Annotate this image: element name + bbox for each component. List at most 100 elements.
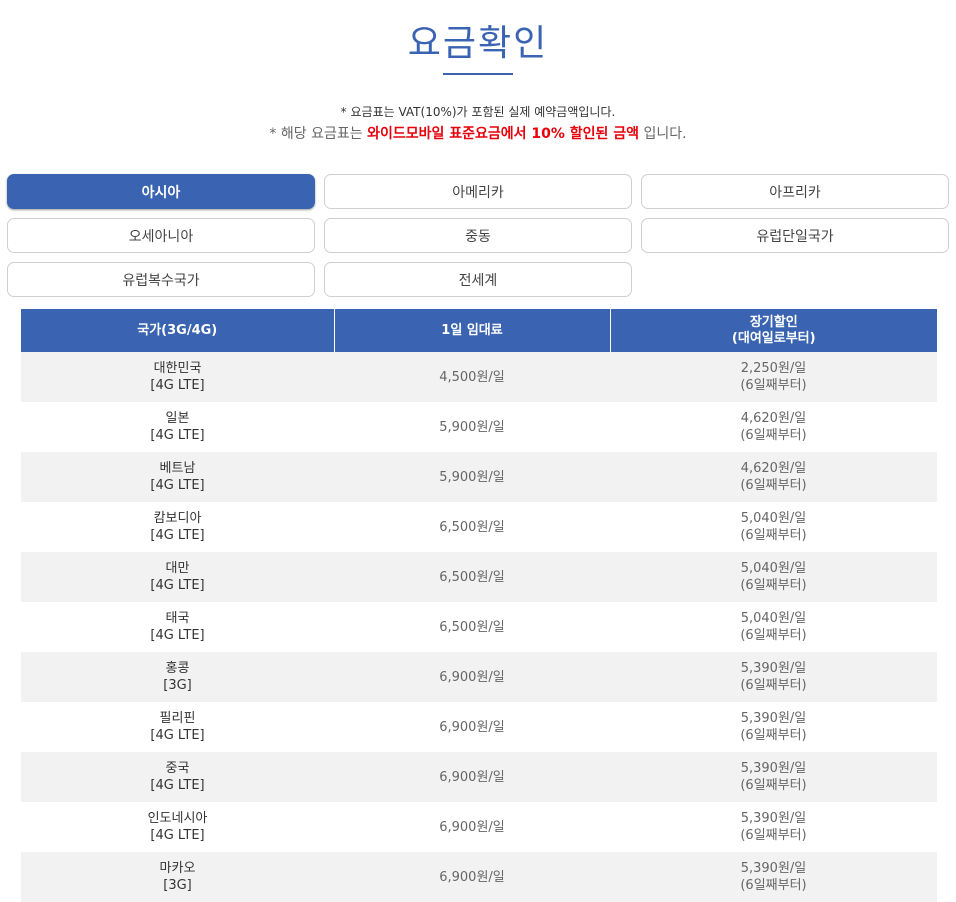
discount-note-suffix: 입니다.: [639, 126, 687, 142]
country-cell: 필리핀 [4G LTE]: [21, 702, 334, 752]
tab-middle-east[interactable]: 중동: [324, 218, 632, 253]
network-type: [3G]: [163, 678, 192, 693]
discount-cell: 5,390원/일 (6일째부터): [610, 652, 937, 702]
header-long-term-sub: (대여일로부터): [731, 330, 816, 346]
country-name: 대한민국: [153, 361, 202, 376]
discount-cell: 5,040원/일 (6일째부터): [610, 502, 937, 552]
network-type: [4G LTE]: [150, 828, 205, 843]
country-cell: 일본 [4G LTE]: [21, 402, 334, 452]
network-type: [4G LTE]: [150, 378, 205, 393]
table-row: 중국 [4G LTE] 6,900원/일 5,390원/일 (6일째부터): [21, 752, 937, 802]
daily-rate-cell: 5,900원/일: [334, 452, 610, 502]
title-underline: [443, 73, 513, 75]
discount-start-note: (6일째부터): [740, 628, 807, 643]
discount-cell: 4,620원/일 (6일째부터): [610, 402, 937, 452]
discount-start-note: (6일째부터): [740, 878, 807, 893]
network-type: [4G LTE]: [150, 428, 205, 443]
daily-rate-cell: 6,900원/일: [334, 702, 610, 752]
discount-start-note: (6일째부터): [740, 528, 807, 543]
discount-cell: 4,620원/일 (6일째부터): [610, 452, 937, 502]
discount-start-note: (6일째부터): [740, 828, 807, 843]
discount-note-prefix: * 해당 요금표는: [269, 126, 368, 142]
rate-table-body: 대한민국 [4G LTE] 4,500원/일 2,250원/일 (6일째부터) 일본 [4G…: [21, 352, 937, 902]
tab-europe-single[interactable]: 유럽단일국가: [641, 218, 949, 253]
tab-europe-multi[interactable]: 유럽복수국가: [7, 262, 315, 297]
table-row: 태국 [4G LTE] 6,500원/일 5,040원/일 (6일째부터): [21, 602, 937, 652]
vat-note: * 요금표는 VAT(10%)가 포함된 실제 예약금액입니다.: [340, 105, 616, 119]
discount-cell: 5,390원/일 (6일째부터): [610, 852, 937, 902]
tab-worldwide[interactable]: 전세계: [324, 262, 632, 297]
network-type: [4G LTE]: [150, 578, 205, 593]
tab-oceania[interactable]: 오세아니아: [7, 218, 315, 253]
table-row: 홍콩 [3G] 6,900원/일 5,390원/일 (6일째부터): [21, 652, 937, 702]
discount-start-note: (6일째부터): [740, 778, 807, 793]
country-cell: 마카오 [3G]: [21, 852, 334, 902]
country-cell: 캄보디아 [4G LTE]: [21, 502, 334, 552]
daily-rate-cell: 6,900원/일: [334, 852, 610, 902]
discount-cell: 2,250원/일 (6일째부터): [610, 352, 937, 402]
country-name: 캄보디아: [153, 511, 202, 526]
discount-start-note: (6일째부터): [740, 378, 807, 393]
daily-rate-cell: 6,900원/일: [334, 752, 610, 802]
table-row: 필리핀 [4G LTE] 6,900원/일 5,390원/일 (6일째부터): [21, 702, 937, 752]
network-type: [4G LTE]: [150, 628, 205, 643]
daily-rate-cell: 6,500원/일: [334, 552, 610, 602]
country-name: 홍콩: [165, 661, 190, 676]
discount-cell: 5,040원/일 (6일째부터): [610, 552, 937, 602]
discount-rate: 5,040원/일: [740, 561, 807, 576]
tab-america[interactable]: 아메리카: [324, 174, 632, 209]
discount-cell: 5,390원/일 (6일째부터): [610, 752, 937, 802]
table-row: 일본 [4G LTE] 5,900원/일 4,620원/일 (6일째부터): [21, 402, 937, 452]
table-row: 대만 [4G LTE] 6,500원/일 5,040원/일 (6일째부터): [21, 552, 937, 602]
country-name: 대만: [165, 561, 190, 576]
country-cell: 중국 [4G LTE]: [21, 752, 334, 802]
discount-rate: 5,390원/일: [740, 761, 807, 776]
network-type: [4G LTE]: [150, 778, 205, 793]
daily-rate-cell: 6,500원/일: [334, 502, 610, 552]
table-header-row: 국가(3G/4G) 1일 임대료 장기할인 (대여일로부터): [21, 309, 937, 352]
network-type: [4G LTE]: [150, 478, 205, 493]
discount-note-highlight: 와이드모바일 표준요금에서 10% 할인된 금액: [367, 126, 640, 142]
discount-rate: 5,390원/일: [740, 861, 807, 876]
network-type: [4G LTE]: [150, 528, 205, 543]
page-title: 요금확인: [407, 23, 549, 64]
discount-cell: 5,390원/일 (6일째부터): [610, 702, 937, 752]
tab-asia[interactable]: 아시아: [7, 174, 315, 209]
country-cell: 태국 [4G LTE]: [21, 602, 334, 652]
discount-start-note: (6일째부터): [740, 728, 807, 743]
header-country: 국가(3G/4G): [21, 309, 335, 352]
country-name: 일본: [165, 411, 190, 426]
discount-rate: 5,390원/일: [740, 711, 807, 726]
table-row: 캄보디아 [4G LTE] 6,500원/일 5,040원/일 (6일째부터): [21, 502, 937, 552]
daily-rate-cell: 6,900원/일: [334, 652, 610, 702]
country-name: 인도네시아: [147, 811, 208, 826]
country-cell: 홍콩 [3G]: [21, 652, 334, 702]
daily-rate-cell: 5,900원/일: [334, 402, 610, 452]
discount-cell: 5,040원/일 (6일째부터): [610, 602, 937, 652]
rate-table: 국가(3G/4G) 1일 임대료 장기할인 (대여일로부터) 대한민국 [4G L…: [21, 309, 937, 902]
country-name: 필리핀: [159, 711, 196, 726]
discount-rate: 4,620원/일: [740, 461, 807, 476]
table-row: 마카오 [3G] 6,900원/일 5,390원/일 (6일째부터): [21, 852, 937, 902]
daily-rate-cell: 6,900원/일: [334, 802, 610, 852]
header-daily-rate: 1일 임대료: [334, 309, 611, 352]
tab-africa[interactable]: 아프리카: [641, 174, 949, 209]
header-long-term-label: 장기할인: [749, 314, 798, 330]
country-name: 중국: [165, 761, 190, 776]
daily-rate-cell: 4,500원/일: [334, 352, 610, 402]
country-name: 태국: [165, 611, 190, 626]
table-row: 베트남 [4G LTE] 5,900원/일 4,620원/일 (6일째부터): [21, 452, 937, 502]
discount-start-note: (6일째부터): [740, 478, 807, 493]
country-cell: 인도네시아 [4G LTE]: [21, 802, 334, 852]
discount-start-note: (6일째부터): [740, 678, 807, 693]
discount-rate: 2,250원/일: [740, 361, 807, 376]
country-name: 베트남: [159, 461, 196, 476]
header-long-term-discount: 장기할인 (대여일로부터): [610, 309, 937, 352]
discount-rate: 5,040원/일: [740, 511, 807, 526]
table-row: 인도네시아 [4G LTE] 6,900원/일 5,390원/일 (6일째부터): [21, 802, 937, 852]
daily-rate-cell: 6,500원/일: [334, 602, 610, 652]
table-row: 대한민국 [4G LTE] 4,500원/일 2,250원/일 (6일째부터): [21, 352, 937, 402]
discount-rate: 5,390원/일: [740, 661, 807, 676]
network-type: [3G]: [163, 878, 192, 893]
country-cell: 대만 [4G LTE]: [21, 552, 334, 602]
